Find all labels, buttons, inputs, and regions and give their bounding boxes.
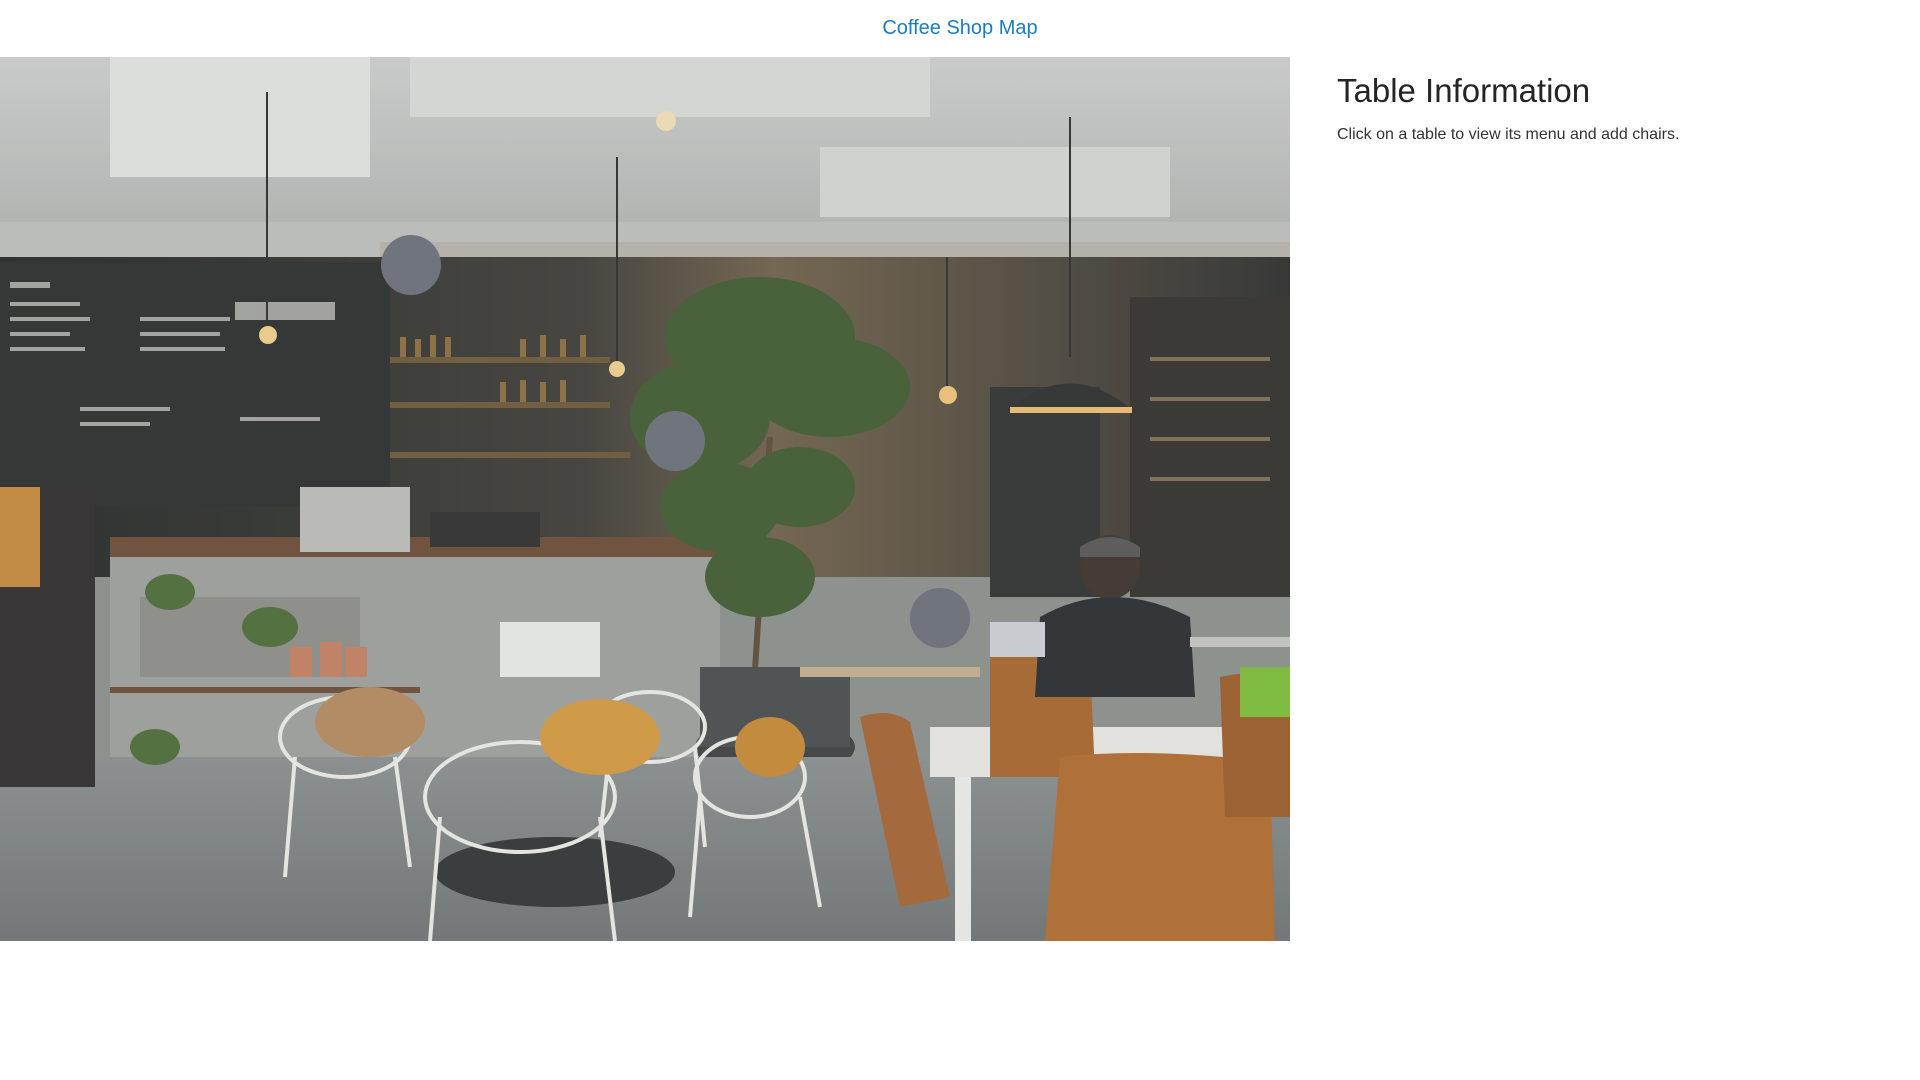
coffee-shop-map [0,57,1290,941]
table-information-title: Table Information [1337,72,1591,109]
table-information-instructions: Click on a table to view its menu and ad… [1337,126,1680,143]
table-marker[interactable] [910,588,970,648]
header-bar: Coffee Shop Map [0,0,1920,57]
table-information-panel: Table Information Click on a table to vi… [1337,71,1877,145]
table-marker[interactable] [645,411,705,471]
table-marker[interactable] [381,235,441,295]
coffee-shop-interior-photo [0,57,1290,941]
page-title-link[interactable]: Coffee Shop Map [882,17,1037,40]
